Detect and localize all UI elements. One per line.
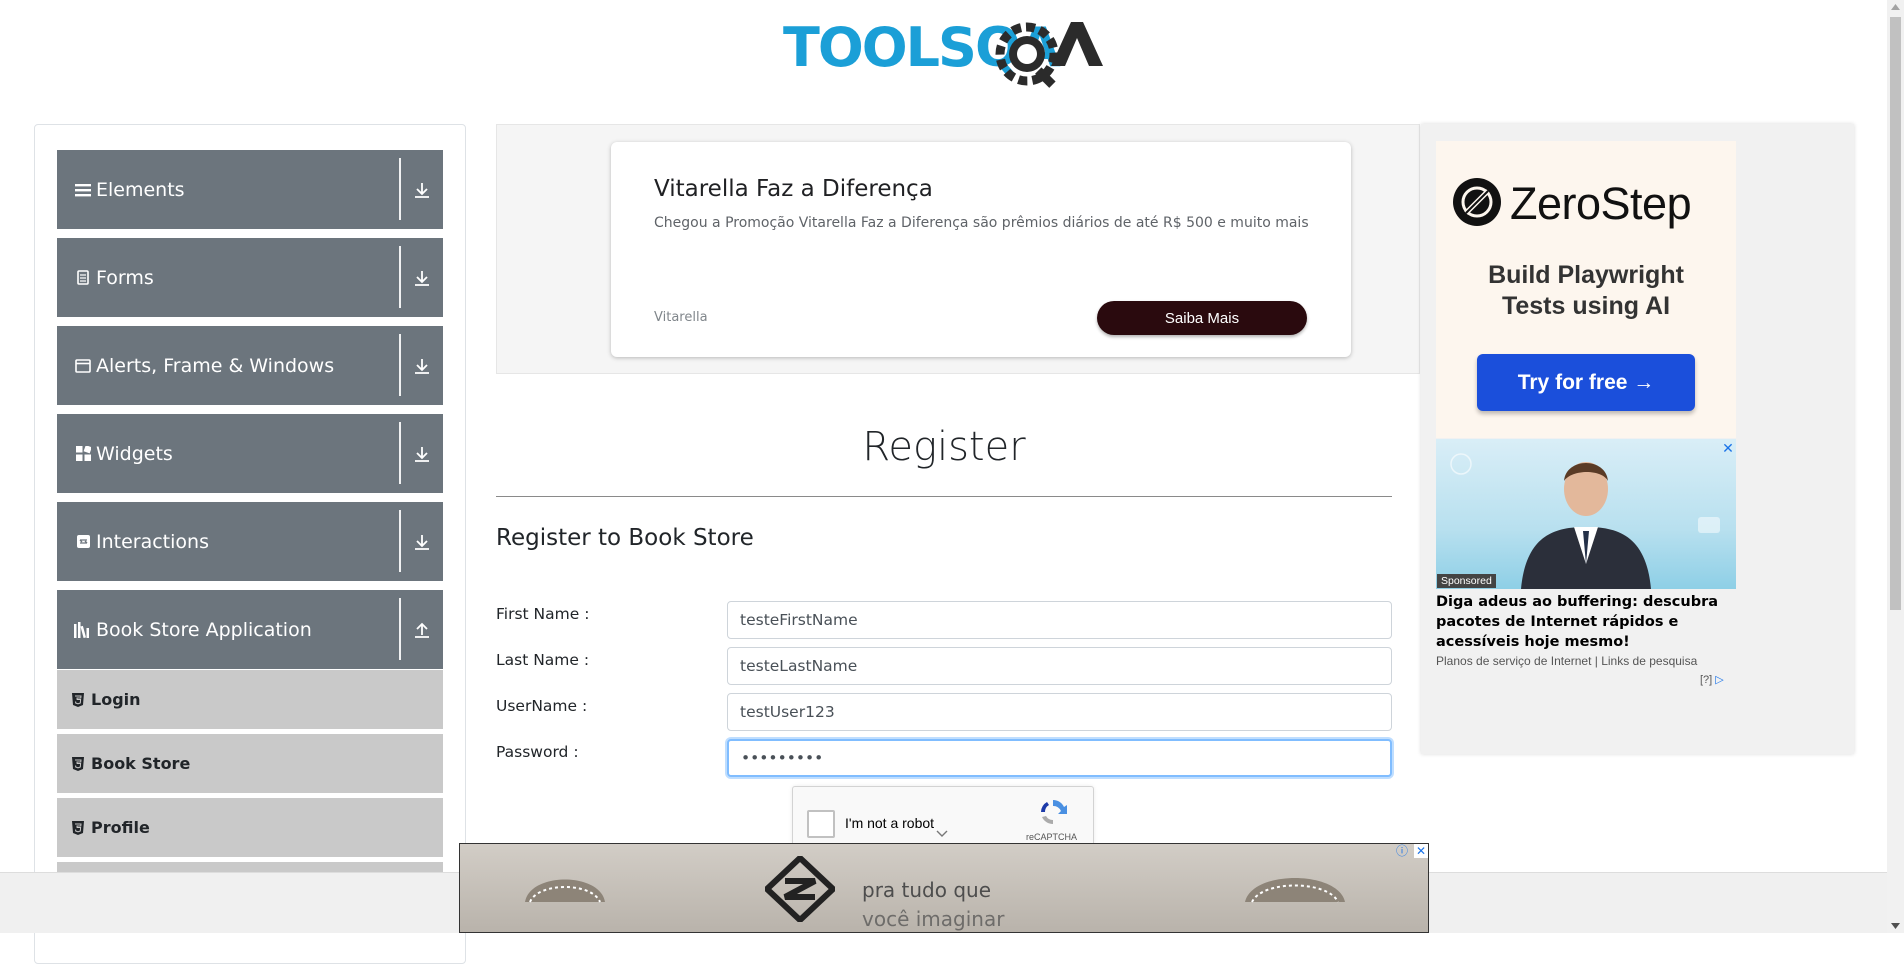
divider <box>399 422 401 484</box>
password-field[interactable] <box>727 739 1392 777</box>
scrollbar-thumb[interactable] <box>1890 17 1901 610</box>
bottom-ad-text: pra tudo que você imaginar <box>862 876 1004 934</box>
sidebar-group-alerts[interactable]: Alerts, Frame & Windows <box>57 326 443 405</box>
sidebar-group-book-store-application[interactable]: Book Store Application <box>57 590 443 669</box>
ad-title[interactable]: Vitarella Faz a Diferença <box>654 176 933 202</box>
sidebar-group-label: Forms <box>96 266 154 289</box>
sponsored-subtitle[interactable]: Planos de serviço de Internet | Links de… <box>1436 654 1697 668</box>
ad-choices-icon: ▷ <box>1715 674 1724 686</box>
scroll-up-icon[interactable] <box>1891 4 1900 10</box>
divider <box>399 158 401 220</box>
ad-description: Chegou a Promoção Vitarella Faz a Difere… <box>654 215 1309 231</box>
first-name-field[interactable] <box>727 601 1392 639</box>
page-title: Register <box>862 424 1026 470</box>
html5-icon <box>72 692 84 707</box>
html5-icon <box>72 820 84 835</box>
sidebar-item-label: Login <box>91 690 141 709</box>
sponsored-image[interactable] <box>1436 439 1736 589</box>
recaptcha-label: I'm not a robot <box>845 815 935 831</box>
zerostep-tagline: Build Playwright Tests using AI <box>1436 260 1736 322</box>
ad-cta-button[interactable]: Saiba Mais <box>1097 301 1307 335</box>
hat-illustration-right <box>1245 878 1345 903</box>
sponsored-title[interactable]: Diga adeus ao buffering: descubra pacote… <box>1436 592 1736 652</box>
first-name-label: First Name : <box>496 605 590 623</box>
scroll-down-icon[interactable] <box>1891 923 1900 929</box>
close-icon[interactable]: ✕ <box>1414 844 1428 858</box>
html5-icon <box>72 756 84 771</box>
businessman-illustration <box>1450 453 1720 589</box>
last-name-label: Last Name : <box>496 651 590 669</box>
sidebar-item-profile[interactable]: Profile <box>57 798 443 859</box>
window-icon <box>74 357 92 375</box>
sidebar-group-forms[interactable]: Forms <box>57 238 443 317</box>
sidebar-group-widgets[interactable]: Widgets <box>57 414 443 493</box>
upload-arrow-icon[interactable] <box>412 620 432 640</box>
divider <box>399 510 401 572</box>
books-icon <box>74 621 92 639</box>
ad-brand: Vitarella <box>654 310 708 325</box>
zerostep-brand: ZeroStep <box>1510 178 1692 229</box>
left-sidebar: Elements Forms Alerts, Frame & Windows W… <box>34 124 466 964</box>
info-icon[interactable]: ⓘ <box>1395 844 1409 858</box>
document-icon <box>74 269 92 287</box>
ad-choices-text: [?] <box>1700 674 1713 686</box>
chevron-down-icon <box>936 830 948 837</box>
hat-illustration-left <box>525 879 605 903</box>
username-field[interactable] <box>727 693 1392 731</box>
download-arrow-icon[interactable] <box>412 444 432 464</box>
recaptcha-logo-icon <box>1041 799 1067 825</box>
sidebar-item-label: Book Store <box>91 754 191 773</box>
zerostep-logo-icon <box>1453 178 1501 226</box>
sidebar-item-label: Profile <box>91 818 150 837</box>
password-label: Password : <box>496 743 579 761</box>
form-subtitle: Register to Book Store <box>496 525 754 551</box>
banco-do-brasil-logo-icon <box>765 856 835 922</box>
interactions-icon <box>74 533 92 551</box>
download-arrow-icon[interactable] <box>412 268 432 288</box>
sidebar-group-label: Book Store Application <box>96 618 312 641</box>
download-arrow-icon[interactable] <box>412 532 432 552</box>
tagline-line-2: Tests using AI <box>1501 292 1671 320</box>
close-icon[interactable]: ✕ <box>1720 440 1736 456</box>
divider <box>399 246 401 308</box>
download-arrow-icon[interactable] <box>412 356 432 376</box>
sidebar-group-label: Interactions <box>96 530 209 553</box>
username-label: UserName : <box>496 697 588 715</box>
ad-choices-link[interactable]: [?] ▷ <box>1700 673 1724 686</box>
bottom-ad-line-1: pra tudo que <box>862 878 992 902</box>
last-name-field[interactable] <box>727 647 1392 685</box>
sidebar-item-book-store[interactable]: Book Store <box>57 734 443 795</box>
sidebar-group-label: Widgets <box>96 442 173 465</box>
menu-icon <box>74 181 92 199</box>
tagline-line-1: Build Playwright <box>1488 261 1684 289</box>
sponsored-badge: Sponsored <box>1437 574 1496 588</box>
sidebar-group-interactions[interactable]: Interactions <box>57 502 443 581</box>
recaptcha-brand: reCAPTCHA <box>1026 832 1078 842</box>
divider <box>399 598 401 660</box>
bottom-ad-line-2: você imaginar <box>862 907 1005 931</box>
recaptcha-checkbox[interactable] <box>807 810 835 838</box>
toolsqa-logo[interactable]: TOOLSQA <box>783 14 1108 92</box>
sidebar-group-elements[interactable]: Elements <box>57 150 443 229</box>
sidebar-item-login[interactable]: Login <box>57 670 443 731</box>
divider <box>496 496 1392 497</box>
sidebar-group-label: Alerts, Frame & Windows <box>96 354 335 377</box>
download-arrow-icon[interactable] <box>412 180 432 200</box>
divider <box>399 334 401 396</box>
try-for-free-button[interactable]: Try for free → <box>1477 354 1695 411</box>
widgets-icon <box>74 445 92 463</box>
sidebar-group-label: Elements <box>96 178 185 201</box>
